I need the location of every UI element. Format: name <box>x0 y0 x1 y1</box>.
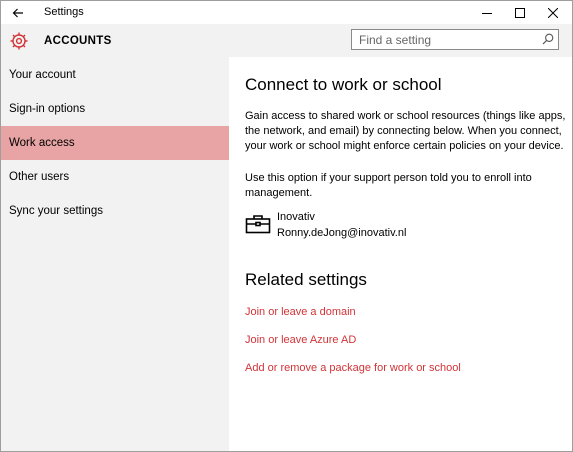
work-account-email[interactable]: Ronny.deJong@inovativ.nl <box>277 227 406 239</box>
minimize-button[interactable] <box>471 1 503 24</box>
add-package-link[interactable]: Add or remove a package for work or scho… <box>245 362 461 374</box>
main-content: Connect to work or school Gain access to… <box>229 57 572 451</box>
close-button[interactable] <box>537 1 569 24</box>
section-title: ACCOUNTS <box>44 35 112 47</box>
settings-header: ACCOUNTS <box>1 24 572 57</box>
maximize-icon <box>515 7 525 18</box>
maximize-button[interactable] <box>504 1 536 24</box>
sidebar-item-work-access[interactable]: Work access <box>1 126 229 160</box>
enroll-description-text: Use this option if your support person t… <box>245 172 532 199</box>
back-arrow-icon <box>12 8 23 17</box>
search-input[interactable] <box>352 30 539 49</box>
sidebar-item-sync-settings[interactable]: Sync your settings <box>1 194 229 228</box>
search-box[interactable] <box>351 29 559 50</box>
window-title: Settings <box>44 6 84 18</box>
search-icon[interactable] <box>542 33 554 45</box>
sidebar-item-other-users[interactable]: Other users <box>1 160 229 194</box>
close-icon <box>548 7 558 18</box>
sidebar-item-your-account[interactable]: Your account <box>1 58 229 92</box>
related-settings-heading: Related settings <box>245 270 367 289</box>
join-azure-ad-link[interactable]: Join or leave Azure AD <box>245 334 356 346</box>
settings-window: Settings ACCOUNTS Your acco <box>0 0 573 452</box>
page-title: Connect to work or school <box>245 75 442 94</box>
description-text: Gain access to shared work or school res… <box>245 110 566 152</box>
minimize-icon <box>482 12 492 14</box>
sidebar: Your account Sign-in options Work access… <box>1 57 229 451</box>
sidebar-item-sign-in-options[interactable]: Sign-in options <box>1 92 229 126</box>
back-button[interactable] <box>5 2 31 23</box>
briefcase-icon[interactable] <box>245 214 271 234</box>
work-account-name[interactable]: Inovativ <box>277 211 315 223</box>
title-bar: Settings <box>1 1 572 24</box>
join-domain-link[interactable]: Join or leave a domain <box>245 306 356 318</box>
gear-icon <box>10 32 28 50</box>
